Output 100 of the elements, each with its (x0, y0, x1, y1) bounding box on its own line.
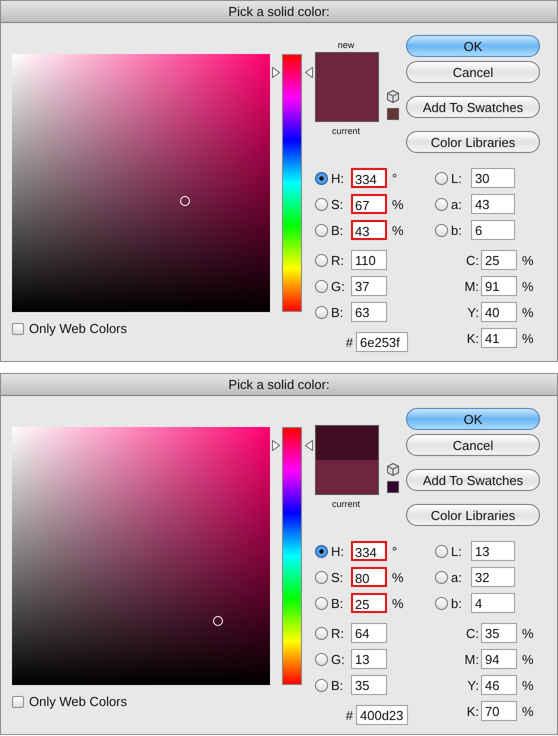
dialog-button[interactable]: Cancel (406, 61, 540, 83)
input-field[interactable]: 334 (351, 168, 387, 188)
input-field[interactable]: 63 (351, 302, 387, 322)
color-field[interactable] (12, 427, 270, 685)
field-label: b: (451, 222, 463, 238)
hex-label: # (344, 708, 354, 722)
field-label: S: (331, 196, 344, 212)
web-safe-swatch[interactable] (387, 481, 399, 493)
field-label: B: (331, 678, 344, 692)
input-field[interactable]: 46 (481, 675, 517, 695)
slider-handle-icon[interactable] (272, 440, 280, 452)
field-label: B: (331, 222, 344, 238)
radio-button[interactable] (435, 172, 448, 184)
web-colors-checkbox[interactable] (12, 322, 24, 334)
input-field[interactable]: 35 (351, 675, 387, 695)
input-field[interactable]: 64 (351, 623, 387, 643)
input-field[interactable]: 43 (351, 220, 387, 240)
radio-button[interactable] (315, 280, 328, 292)
field-label: K: (466, 330, 480, 346)
input-field[interactable]: 37 (351, 276, 387, 296)
web-colors-checkbox[interactable] (12, 696, 24, 708)
radio-button[interactable] (315, 626, 328, 640)
input-field[interactable]: 6 (471, 220, 515, 240)
web-safe-swatch[interactable] (387, 108, 399, 120)
cube-icon[interactable] (387, 90, 399, 103)
input-field[interactable]: 110 (351, 250, 387, 270)
radio-button[interactable] (315, 198, 328, 210)
radio-button[interactable] (435, 570, 448, 584)
checkbox-label: Only Web Colors (29, 321, 128, 336)
input-field[interactable]: 35 (481, 623, 517, 643)
field-label: L: (451, 544, 463, 558)
dialog-button[interactable]: Add To Swatches (406, 96, 540, 118)
dialog-button[interactable]: Color Libraries (406, 131, 540, 153)
field-label: R: (331, 626, 345, 640)
window-title: Pick a solid color: (1, 374, 557, 396)
input-field[interactable]: 80 (351, 567, 387, 587)
color-preview (315, 52, 379, 122)
dialog-button[interactable]: Cancel (406, 434, 540, 456)
field-label: G: (331, 278, 346, 294)
color-field[interactable] (12, 54, 270, 312)
radio-button[interactable] (435, 224, 448, 236)
cube-icon[interactable] (387, 463, 399, 476)
radio-button[interactable] (435, 596, 448, 610)
input-field[interactable]: 13 (351, 649, 387, 669)
color-marker[interactable] (213, 616, 224, 626)
hex-label: # (344, 334, 354, 350)
dialog-button[interactable]: Add To Swatches (406, 469, 540, 491)
input-field[interactable]: 25 (481, 250, 517, 270)
input-field[interactable]: 32 (471, 567, 515, 587)
radio-button[interactable] (315, 570, 328, 584)
input-field[interactable]: 94 (481, 649, 517, 669)
radio-button[interactable] (315, 254, 328, 266)
unit-label: % (522, 652, 534, 666)
dialog-button[interactable]: OK (406, 35, 540, 57)
new-label: new (338, 40, 354, 50)
unit-label: ° (392, 170, 398, 186)
radio-button[interactable] (315, 544, 328, 558)
input-field[interactable]: 91 (481, 276, 517, 296)
radio-button[interactable] (435, 544, 448, 558)
input-field[interactable]: 43 (471, 194, 515, 214)
field-label: H: (331, 170, 345, 186)
field-label: B: (331, 304, 344, 320)
field-label: Y: (466, 678, 480, 692)
slider-handle-icon[interactable] (305, 440, 313, 452)
input-field[interactable]: 70 (481, 701, 517, 721)
input-field[interactable]: 4 (471, 593, 515, 613)
input-field[interactable]: 25 (351, 593, 387, 613)
radio-button[interactable] (435, 198, 448, 210)
unit-label: % (522, 252, 534, 268)
input-field[interactable]: 41 (481, 328, 517, 348)
field-label: M: (464, 278, 480, 294)
slider-handle-icon[interactable] (305, 67, 313, 78)
unit-label: % (522, 704, 534, 718)
dialog-button[interactable]: OK (406, 408, 540, 430)
input-field[interactable]: 334 (351, 541, 387, 561)
radio-button[interactable] (315, 596, 328, 610)
field-label: R: (331, 252, 345, 268)
color-marker[interactable] (180, 196, 190, 206)
unit-label: % (522, 330, 534, 346)
field-label: Y: (466, 304, 480, 320)
input-field[interactable]: 30 (471, 168, 515, 188)
hex-input-field[interactable]: 400d23 (356, 705, 408, 725)
dialog-button[interactable]: Color Libraries (406, 504, 540, 526)
slider-handle-icon[interactable] (272, 67, 280, 78)
checkbox-label: Only Web Colors (29, 694, 128, 709)
field-label: C: (465, 626, 480, 640)
radio-button[interactable] (315, 172, 328, 184)
radio-button[interactable] (315, 652, 328, 666)
input-field[interactable]: 40 (481, 302, 517, 322)
unit-label: % (522, 278, 534, 294)
unit-label: % (522, 678, 534, 692)
unit-label: % (522, 304, 534, 320)
field-label: C: (465, 252, 480, 268)
hex-input-field[interactable]: 6e253f (356, 332, 408, 352)
unit-label: % (392, 596, 404, 610)
input-field[interactable]: 13 (471, 541, 515, 561)
input-field[interactable]: 67 (351, 194, 387, 214)
radio-button[interactable] (315, 224, 328, 236)
radio-button[interactable] (315, 678, 328, 692)
radio-button[interactable] (315, 306, 328, 318)
